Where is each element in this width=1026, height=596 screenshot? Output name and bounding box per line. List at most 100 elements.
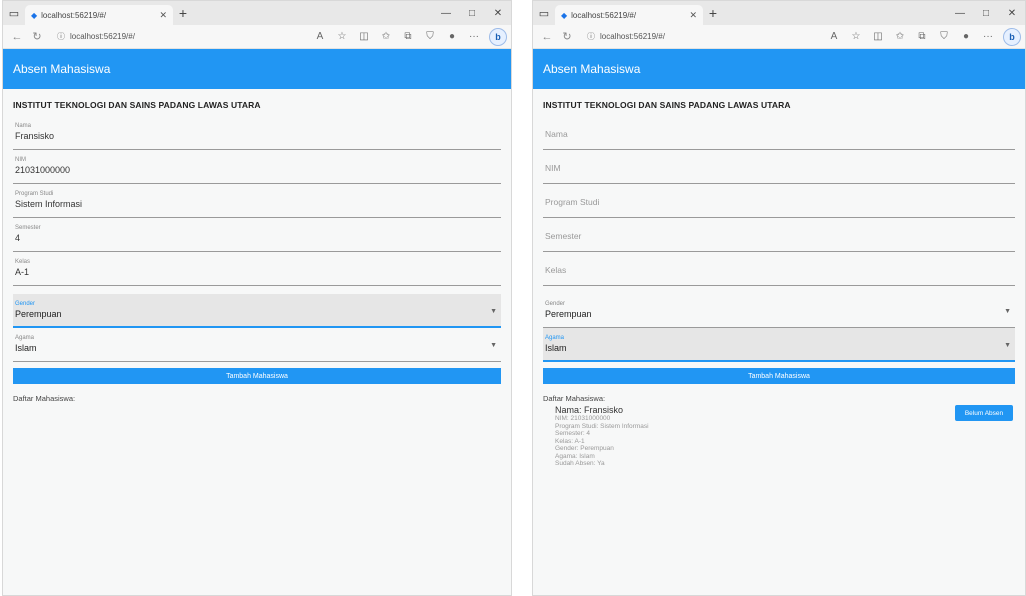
- gender-label: Gender: [15, 301, 36, 307]
- student-name: Nama: Fransisko: [555, 405, 624, 415]
- refresh-icon[interactable]: ↻: [27, 30, 47, 43]
- field-placeholder: NIM: [545, 163, 561, 173]
- field-placeholder: Nama: [545, 129, 568, 139]
- gender-value: Perempuan: [15, 309, 62, 319]
- gender-select[interactable]: Gender Perempuan ▼: [543, 294, 1015, 328]
- close-tab-icon[interactable]: ✕: [689, 10, 697, 21]
- url-text: localhost:56219/#/: [70, 32, 135, 41]
- close-window-icon[interactable]: ✕: [999, 8, 1025, 19]
- field-label: Nama: [15, 123, 32, 129]
- institution-title: INSTITUT TEKNOLOGI DAN SAINS PADANG LAWA…: [13, 100, 261, 110]
- dropdown-caret-icon: ▼: [1004, 342, 1011, 349]
- tambah-mahasiswa-button[interactable]: Tambah Mahasiswa: [543, 368, 1015, 384]
- browser-tab[interactable]: ◆ localhost:56219/#/ ✕: [555, 5, 703, 25]
- star-icon[interactable]: ☆: [845, 31, 867, 42]
- split-screen-icon[interactable]: ◫: [867, 31, 889, 42]
- field-value: 4: [15, 233, 21, 243]
- agama-select[interactable]: Agama Islam ▼: [13, 328, 501, 362]
- url-text: localhost:56219/#/: [600, 32, 665, 41]
- browser-tab[interactable]: ◆ localhost:56219/#/ ✕: [25, 5, 173, 25]
- dropdown-caret-icon: ▼: [490, 342, 497, 349]
- student-kelas: Kelas: A-1: [555, 437, 585, 445]
- daftar-mahasiswa-title: Daftar Mahasiswa:: [13, 394, 76, 403]
- nama-field[interactable]: Nama Fransisko: [13, 116, 501, 150]
- read-aloud-icon[interactable]: A: [823, 31, 845, 42]
- favorites-icon[interactable]: ✩: [375, 31, 397, 42]
- shield-icon[interactable]: ⛉: [933, 31, 955, 42]
- semester-field[interactable]: Semester: [543, 218, 1015, 252]
- nim-field[interactable]: NIM: [543, 150, 1015, 184]
- refresh-icon[interactable]: ↻: [557, 30, 577, 43]
- agama-select[interactable]: Agama Islam ▼: [543, 328, 1015, 362]
- form-content: INSTITUT TEKNOLOGI DAN SAINS PADANG LAWA…: [3, 100, 511, 403]
- tambah-mahasiswa-button[interactable]: Tambah Mahasiswa: [13, 368, 501, 384]
- agama-label: Agama: [545, 335, 565, 341]
- edge-copilot-icon[interactable]: b: [1003, 27, 1021, 46]
- maximize-icon[interactable]: □: [459, 8, 485, 19]
- student-agama: Agama: Islam: [555, 452, 595, 460]
- student-semester: Semester: 4: [555, 430, 591, 437]
- url-field[interactable]: ⓘ localhost:56219/#/: [583, 28, 817, 46]
- minimize-icon[interactable]: —: [947, 8, 973, 19]
- semester-field[interactable]: Semester 4: [13, 218, 501, 252]
- field-value: A-1: [15, 267, 30, 277]
- tab-strip: ▭ ◆ localhost:56219/#/ ✕ + — □ ✕: [3, 1, 511, 25]
- url-field[interactable]: ⓘ localhost:56219/#/: [53, 28, 303, 46]
- kelas-field[interactable]: Kelas A-1: [13, 252, 501, 286]
- minimize-icon[interactable]: —: [433, 8, 459, 19]
- star-icon[interactable]: ☆: [331, 31, 353, 42]
- close-window-icon[interactable]: ✕: [485, 8, 511, 19]
- gender-select[interactable]: Gender Perempuan ▼: [13, 294, 501, 328]
- back-arrow-icon[interactable]: ←: [537, 31, 557, 43]
- close-tab-icon[interactable]: ✕: [159, 10, 167, 21]
- tab-strip: ▭ ◆ localhost:56219/#/ ✕ + — □ ✕: [533, 1, 1025, 25]
- agama-value: Islam: [15, 343, 37, 353]
- kelas-field[interactable]: Kelas: [543, 252, 1015, 286]
- profile-icon[interactable]: ●: [955, 31, 977, 42]
- nama-field[interactable]: Nama: [543, 116, 1015, 150]
- more-icon[interactable]: ···: [463, 31, 485, 42]
- profile-icon[interactable]: ●: [441, 31, 463, 42]
- dropdown-caret-icon: ▼: [1004, 308, 1011, 315]
- student-status-absen: Sudah Absen: Ya: [555, 460, 605, 467]
- new-tab-icon[interactable]: +: [173, 5, 193, 21]
- daftar-mahasiswa-title: Daftar Mahasiswa:: [543, 394, 606, 403]
- gender-label: Gender: [545, 301, 566, 307]
- dropdown-caret-icon: ▼: [490, 308, 497, 315]
- read-aloud-icon[interactable]: A: [309, 31, 331, 42]
- tab-title: localhost:56219/#/: [41, 10, 107, 20]
- student-nim: NIM: 21031000000: [555, 415, 611, 422]
- belum-absen-button[interactable]: Belum Absen: [955, 405, 1013, 421]
- more-icon[interactable]: ···: [977, 31, 999, 42]
- field-label: Semester: [15, 225, 41, 231]
- browser-window-right: ▭ ◆ localhost:56219/#/ ✕ + — □ ✕ ← ↻ ⓘ l…: [532, 0, 1026, 596]
- student-gender: Gender: Perempuan: [555, 445, 614, 452]
- student-program-studi: Program Studi: Sistem Informasi: [555, 422, 649, 430]
- address-bar: ← ↻ ⓘ localhost:56219/#/ A ☆ ◫ ✩ ⧉ ⛉ ● ·…: [533, 25, 1025, 49]
- app-bar: Absen Mahasiswa: [3, 49, 511, 89]
- program-studi-field[interactable]: Program Studi Sistem Informasi: [13, 184, 501, 218]
- info-icon[interactable]: ⓘ: [57, 31, 65, 42]
- window-menu-icon[interactable]: ▭: [3, 1, 25, 25]
- agama-label: Agama: [15, 335, 35, 341]
- maximize-icon[interactable]: □: [973, 8, 999, 19]
- app-title: Absen Mahasiswa: [13, 62, 111, 76]
- window-menu-icon[interactable]: ▭: [533, 1, 555, 25]
- program-studi-field[interactable]: Program Studi: [543, 184, 1015, 218]
- split-screen-icon[interactable]: ◫: [353, 31, 375, 42]
- address-bar: ← ↻ ⓘ localhost:56219/#/ A ☆ ◫ ✩ ⧉ ⛉ ● ·…: [3, 25, 511, 49]
- collections-icon[interactable]: ⧉: [911, 31, 933, 42]
- field-placeholder: Semester: [545, 231, 582, 241]
- info-icon[interactable]: ⓘ: [587, 31, 595, 42]
- field-placeholder: Kelas: [545, 265, 567, 275]
- form-content: INSTITUT TEKNOLOGI DAN SAINS PADANG LAWA…: [533, 100, 1025, 468]
- new-tab-icon[interactable]: +: [703, 5, 723, 21]
- favorites-icon[interactable]: ✩: [889, 31, 911, 42]
- back-arrow-icon[interactable]: ←: [7, 31, 27, 43]
- app-bar: Absen Mahasiswa: [533, 49, 1025, 89]
- edge-copilot-icon[interactable]: b: [489, 27, 507, 46]
- nim-field[interactable]: NIM 21031000000: [13, 150, 501, 184]
- shield-icon[interactable]: ⛉: [419, 31, 441, 42]
- field-label: NIM: [15, 157, 26, 163]
- collections-icon[interactable]: ⧉: [397, 31, 419, 42]
